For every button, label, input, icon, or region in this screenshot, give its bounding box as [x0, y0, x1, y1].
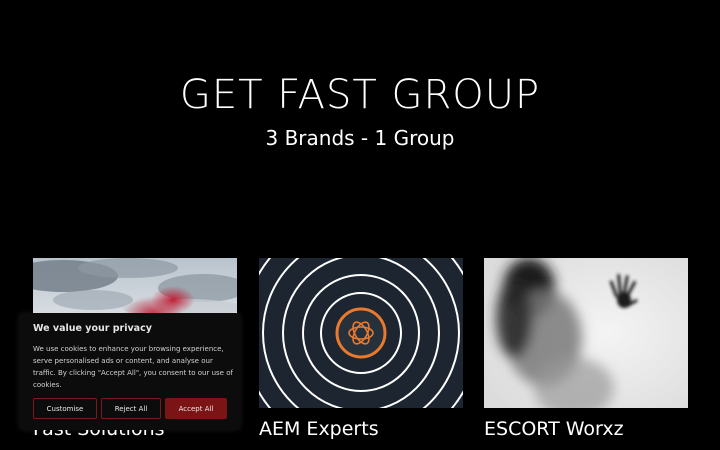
brand-card-escort-worxz[interactable]: ESCORT Worxz	[484, 258, 688, 440]
page-subtitle: 3 Brands - 1 Group	[265, 126, 455, 150]
cookie-banner-message: We use cookies to enhance your browsing …	[33, 345, 233, 389]
customise-button[interactable]: Customise	[33, 398, 97, 419]
card-label[interactable]: ESCORT Worxz	[484, 418, 624, 440]
card-label[interactable]: AEM Experts	[259, 418, 379, 440]
page-title: GET FAST GROUP	[179, 72, 541, 118]
cookie-consent-banner: We value your privacy We use cookies to …	[19, 313, 241, 430]
reject-all-button[interactable]: Reject All	[101, 398, 161, 419]
silhouette-behind-glass-image	[484, 258, 688, 408]
cookie-banner-title: We value your privacy	[33, 323, 152, 334]
accept-all-button[interactable]: Accept All	[165, 398, 227, 419]
brand-card-aem-experts[interactable]: AEM Experts	[259, 258, 463, 440]
concentric-rings-logo-image	[259, 258, 463, 408]
